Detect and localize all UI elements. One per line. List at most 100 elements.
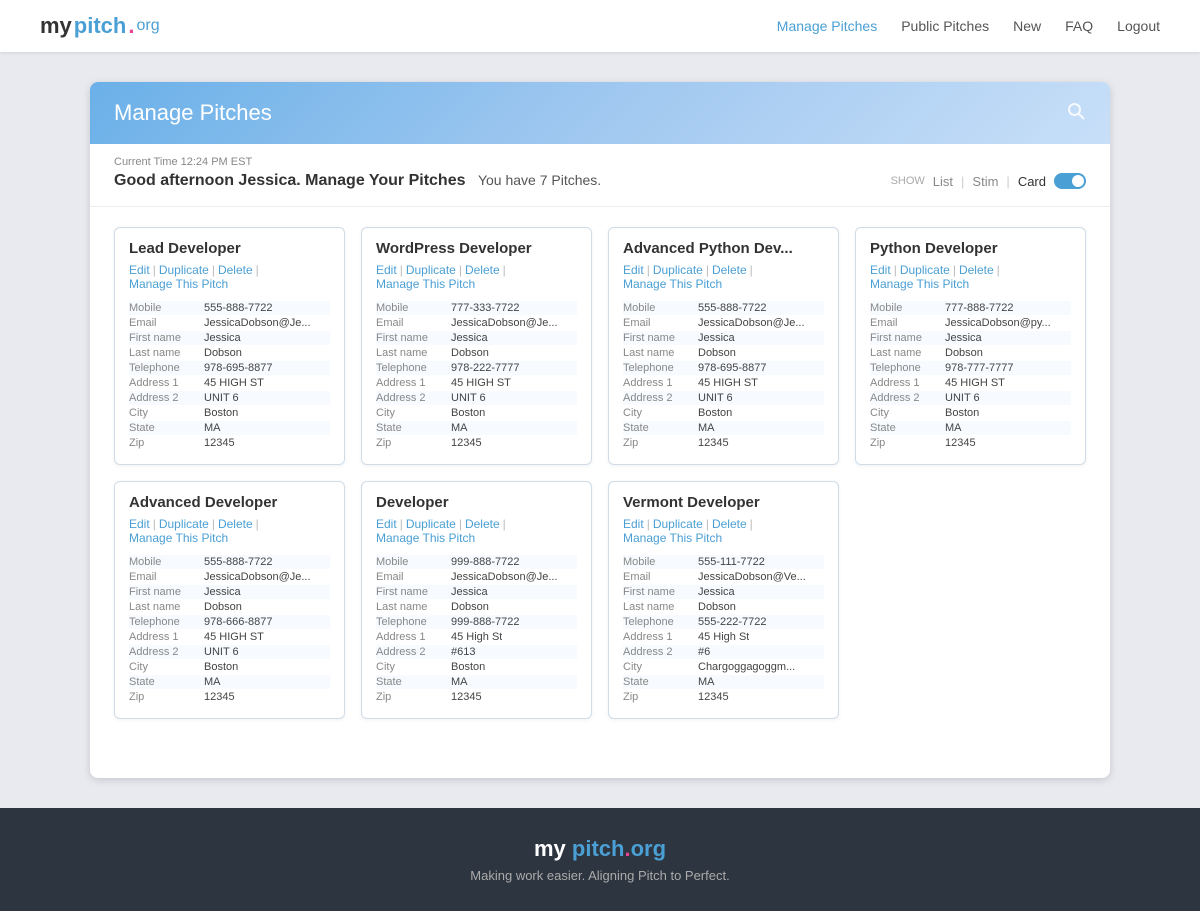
field-label: State — [376, 676, 451, 688]
field-label: Last name — [376, 601, 451, 613]
card-action-edit[interactable]: Edit — [623, 263, 644, 277]
card-actions: Edit | Duplicate | Delete | Manage This … — [870, 263, 1071, 291]
field-value: 45 HIGH ST — [945, 377, 1005, 389]
nav-new[interactable]: New — [1013, 18, 1041, 34]
field-row: Zip12345 — [623, 690, 824, 704]
card-action-duplicate[interactable]: Duplicate — [900, 263, 950, 277]
field-row: Zip12345 — [870, 436, 1071, 450]
field-label: Email — [623, 317, 698, 329]
field-value: 555-222-7722 — [698, 616, 767, 628]
field-row: EmailJessicaDobson@Je... — [129, 316, 330, 330]
field-value: JessicaDobson@py... — [945, 317, 1051, 329]
card-action-duplicate[interactable]: Duplicate — [406, 263, 456, 277]
card-action-duplicate[interactable]: Duplicate — [653, 517, 703, 531]
stim-view-btn[interactable]: Stim — [972, 174, 998, 189]
card-action-duplicate[interactable]: Duplicate — [159, 517, 209, 531]
field-row: Address 145 HIGH ST — [870, 376, 1071, 390]
nav-manage-pitches[interactable]: Manage Pitches — [777, 18, 877, 34]
card-action-delete[interactable]: Delete — [218, 517, 253, 531]
field-row: Address 2UNIT 6 — [129, 645, 330, 659]
card-action-edit[interactable]: Edit — [870, 263, 891, 277]
field-value: Dobson — [945, 347, 983, 359]
field-row: EmailJessicaDobson@Je... — [129, 570, 330, 584]
field-value: 555-888-7722 — [698, 302, 767, 314]
nav-public-pitches[interactable]: Public Pitches — [901, 18, 989, 34]
page-title: Manage Pitches — [114, 100, 272, 126]
card-fields: Mobile999-888-7722EmailJessicaDobson@Je.… — [376, 555, 577, 704]
field-label: City — [129, 661, 204, 673]
field-label: Last name — [129, 601, 204, 613]
field-label: City — [129, 407, 204, 419]
field-value: 999-888-7722 — [451, 616, 520, 628]
field-row: Zip12345 — [376, 690, 577, 704]
card-action-manage-this-pitch[interactable]: Manage This Pitch — [870, 277, 969, 291]
card-action-delete[interactable]: Delete — [465, 517, 500, 531]
field-value: JessicaDobson@Ve... — [698, 571, 806, 583]
card-action-delete[interactable]: Delete — [712, 517, 747, 531]
field-value: JessicaDobson@Je... — [451, 571, 558, 583]
field-row: First nameJessica — [623, 331, 824, 345]
field-label: Zip — [129, 437, 204, 449]
card-action-edit[interactable]: Edit — [623, 517, 644, 531]
card-title: Developer — [376, 494, 577, 511]
field-label: First name — [129, 332, 204, 344]
card-action-manage-this-pitch[interactable]: Manage This Pitch — [623, 277, 722, 291]
field-row: CityBoston — [870, 406, 1071, 420]
nav-faq[interactable]: FAQ — [1065, 18, 1093, 34]
card-actions: Edit | Duplicate | Delete | Manage This … — [376, 263, 577, 291]
logo-my: my — [40, 13, 72, 39]
field-label: State — [623, 422, 698, 434]
field-label: Mobile — [376, 302, 451, 314]
card-actions: Edit | Duplicate | Delete | Manage This … — [376, 517, 577, 545]
view-toggle-switch[interactable] — [1054, 173, 1086, 189]
field-label: Telephone — [376, 362, 451, 374]
card-action-edit[interactable]: Edit — [129, 263, 150, 277]
field-label: Zip — [623, 437, 698, 449]
card-action-duplicate[interactable]: Duplicate — [159, 263, 209, 277]
field-value: Boston — [451, 407, 485, 419]
logo-pitch: pitch — [74, 13, 127, 39]
card-action-duplicate[interactable]: Duplicate — [653, 263, 703, 277]
card-action-manage-this-pitch[interactable]: Manage This Pitch — [376, 531, 475, 545]
field-label: City — [623, 661, 698, 673]
list-view-btn[interactable]: List — [933, 174, 953, 189]
card-action-delete[interactable]: Delete — [959, 263, 994, 277]
card-action-manage-this-pitch[interactable]: Manage This Pitch — [376, 277, 475, 291]
field-value: 555-888-7722 — [204, 556, 273, 568]
card-action-edit[interactable]: Edit — [376, 263, 397, 277]
card-action-delete[interactable]: Delete — [712, 263, 747, 277]
content-box: Manage Pitches Current Time 12:24 PM EST… — [90, 82, 1110, 778]
field-label: Last name — [129, 347, 204, 359]
field-row: Telephone978-695-8877 — [623, 361, 824, 375]
field-label: Address 2 — [129, 646, 204, 658]
field-row: Telephone978-695-8877 — [129, 361, 330, 375]
card-action-delete[interactable]: Delete — [218, 263, 253, 277]
card-action-delete[interactable]: Delete — [465, 263, 500, 277]
field-value: 555-888-7722 — [204, 302, 273, 314]
pitch-card: WordPress DeveloperEdit | Duplicate | De… — [361, 227, 592, 465]
cards-section: Lead DeveloperEdit | Duplicate | Delete … — [90, 207, 1110, 739]
field-label: Mobile — [623, 556, 698, 568]
field-value: MA — [204, 676, 221, 688]
field-value: Jessica — [451, 332, 488, 344]
card-action-edit[interactable]: Edit — [376, 517, 397, 531]
card-view-btn[interactable]: Card — [1018, 174, 1046, 189]
card-action-edit[interactable]: Edit — [129, 517, 150, 531]
field-value: Dobson — [451, 601, 489, 613]
card-action-manage-this-pitch[interactable]: Manage This Pitch — [129, 531, 228, 545]
nav-logout[interactable]: Logout — [1117, 18, 1160, 34]
card-action-manage-this-pitch[interactable]: Manage This Pitch — [129, 277, 228, 291]
field-row: Telephone999-888-7722 — [376, 615, 577, 629]
field-value: UNIT 6 — [945, 392, 980, 404]
pitch-card: Developer Edit | Duplicate | Delete | Man… — [361, 481, 592, 719]
card-title: Advanced Developer — [129, 494, 330, 511]
field-row: StateMA — [376, 675, 577, 689]
search-button[interactable] — [1066, 101, 1086, 126]
field-row: Mobile999-888-7722 — [376, 555, 577, 569]
card-action-manage-this-pitch[interactable]: Manage This Pitch — [623, 531, 722, 545]
card-action-duplicate[interactable]: Duplicate — [406, 517, 456, 531]
field-value: Boston — [945, 407, 979, 419]
field-value: #613 — [451, 646, 475, 658]
field-row: CityChargoggagoggm... — [623, 660, 824, 674]
field-value: Boston — [698, 407, 732, 419]
